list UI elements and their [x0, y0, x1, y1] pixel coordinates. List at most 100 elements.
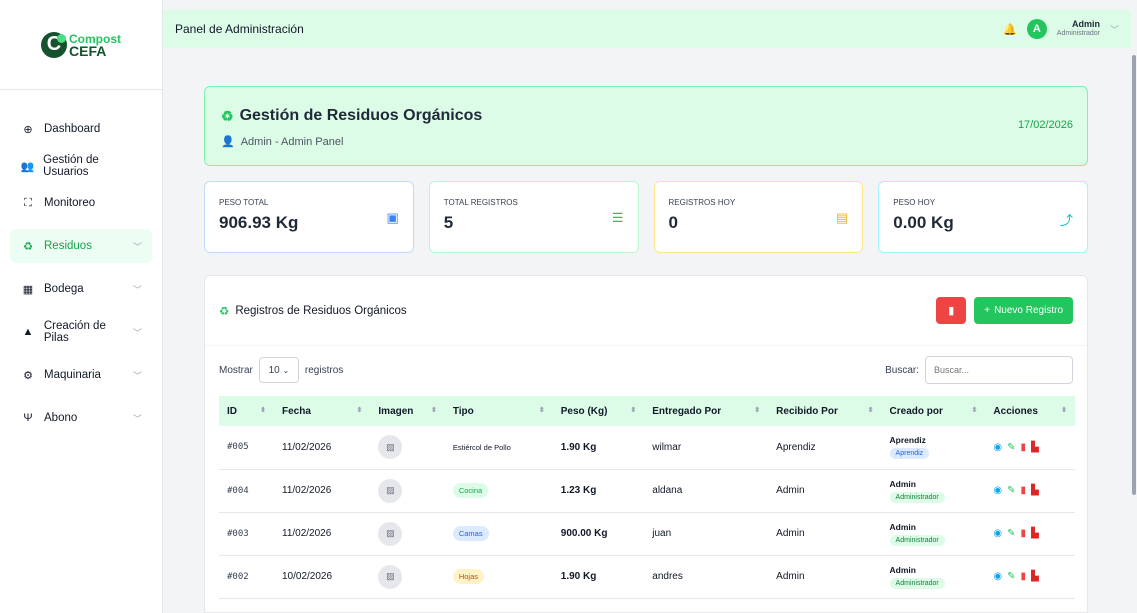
user-cog-icon: 👤	[221, 136, 235, 148]
cell-tipo: Estiércol de Pollo	[444, 426, 553, 470]
column-header[interactable]: Creado por ⬍	[881, 396, 986, 426]
trash-icon[interactable]: ▮	[1021, 485, 1027, 496]
cell-tipo: Camas	[444, 512, 553, 556]
logo-icon: C	[41, 31, 67, 58]
sort-icon: ⬍	[630, 407, 637, 414]
file-pdf-icon[interactable]: ▙	[1031, 571, 1039, 582]
image-placeholder-icon[interactable]: ▨	[378, 435, 403, 460]
globe-icon: ⊕	[23, 123, 33, 136]
sidebar-item-monitoreo[interactable]: ⛶ Monitoreo	[10, 186, 152, 220]
chevron-down-icon[interactable]: ﹀	[1110, 23, 1119, 36]
tipo-badge: Camas	[452, 526, 489, 541]
trash-icon[interactable]: ▮	[1021, 571, 1027, 582]
cell-creado: Aprendiz Aprendiz	[881, 426, 986, 470]
trash-icon[interactable]: ▮	[1021, 528, 1027, 539]
tipo-badge: Hojas	[452, 569, 485, 584]
page-size-value: 10	[268, 364, 280, 376]
column-header[interactable]: Fecha ⬍	[274, 396, 371, 426]
hero-subtitle: Admin - Admin Panel	[240, 135, 344, 148]
image-placeholder-icon[interactable]: ▨	[378, 564, 403, 589]
bell-icon[interactable]: 🔔	[1003, 23, 1017, 36]
column-header[interactable]: Acciones ⬍	[985, 396, 1075, 426]
view-icon[interactable]: ◉	[993, 528, 1002, 539]
page-header: ♻ Gestión de Residuos Orgánicos 👤 Admin - …	[204, 86, 1088, 166]
file-pdf-icon[interactable]: ▙	[1031, 442, 1039, 453]
records-label: registros	[304, 364, 344, 376]
column-header[interactable]: Entregado Por ⬍	[644, 396, 769, 426]
cell-fecha: 10/02/2026	[274, 555, 371, 599]
view-icon[interactable]: ◉	[993, 485, 1002, 496]
sort-icon: ⬍	[356, 407, 363, 414]
recycle-icon: ♻	[23, 240, 33, 253]
cell-imagen: ▨	[370, 555, 445, 599]
records-table: ID ⬍ Fecha ⬍ Imagen ⬍ Tipo ⬍ Peso (Kg) ⬍ Entregado…	[219, 396, 1075, 599]
search-input[interactable]	[925, 356, 1073, 384]
column-header[interactable]: Tipo ⬍	[444, 396, 553, 426]
cell-fecha: 11/02/2026	[274, 512, 371, 556]
column-header[interactable]: Imagen ⬍	[370, 396, 445, 426]
plus-icon: +	[984, 305, 991, 316]
sidebar-item-creación-de-pilas[interactable]: ▲ Creación de Pilas ﹀	[10, 315, 152, 349]
stats-cards: PESO TOTAL 906.93 Kg ▣ TOTAL REGISTROS 5 ☰ REG…	[204, 181, 1088, 253]
column-header[interactable]: Peso (Kg) ⬍	[552, 396, 645, 426]
cell-creado: Admin Administrador	[881, 555, 986, 599]
sidebar-item-gestión-de-usuarios[interactable]: 👥 Gestión de Usuarios	[10, 149, 152, 183]
file-pdf-icon[interactable]: ▙	[1031, 485, 1039, 496]
sidebar-item-label: Bodega	[44, 283, 84, 295]
cell-acciones: ◉ ✎ ▮ ▙	[985, 469, 1075, 513]
view-icon[interactable]: ◉	[993, 571, 1002, 582]
logo-line2: CEFA	[69, 42, 107, 59]
sidebar-item-residuos[interactable]: ♻ Residuos ﹀	[10, 229, 152, 263]
scrollbar[interactable]	[1131, 55, 1137, 505]
column-header-label: Tipo	[452, 405, 474, 417]
sidebar-item-dashboard[interactable]: ⊕ Dashboard	[10, 112, 152, 146]
file-pdf-icon[interactable]: ▙	[1031, 528, 1039, 539]
sidebar-item-abono[interactable]: Ψ Abono ﹀	[10, 401, 152, 435]
logo[interactable]: C Compost CEFA	[0, 0, 162, 90]
column-header[interactable]: Recibido Por ⬍	[768, 396, 882, 426]
image-placeholder-icon[interactable]: ▨	[378, 478, 403, 503]
topbar: Panel de Administración 🔔 A Admin Admini…	[163, 10, 1131, 48]
sidebar-item-bodega[interactable]: ▦ Bodega ﹀	[10, 272, 152, 306]
edit-icon[interactable]: ✎	[1007, 571, 1015, 582]
sort-icon: ⬍	[260, 407, 266, 414]
calendar-icon: ▤	[835, 210, 849, 225]
page-size-select[interactable]: 10 ⌄	[258, 357, 299, 383]
table-body: #005 11/02/2026 ▨ Estiércol de Pollo 1.9…	[219, 426, 1075, 599]
cell-fecha: 11/02/2026	[274, 469, 371, 513]
avatar[interactable]: A	[1026, 19, 1047, 39]
column-header-label: Acciones	[993, 405, 1038, 417]
edit-icon[interactable]: ✎	[1007, 442, 1015, 453]
sidebar-item-label: Maquinaria	[44, 369, 101, 381]
list-icon: ☰	[611, 210, 624, 225]
cell-recibido: Admin	[768, 469, 882, 513]
view-icon[interactable]: ◉	[993, 442, 1002, 453]
edit-icon[interactable]: ✎	[1007, 485, 1015, 496]
stat-value: 5	[443, 213, 454, 232]
export-pdf-button[interactable]: ▮	[936, 297, 967, 324]
new-record-button[interactable]: + Nuevo Registro	[974, 297, 1073, 324]
scrollbar-thumb[interactable]	[1132, 55, 1136, 495]
chevron-down-icon: ⌄	[282, 365, 290, 375]
image-placeholder-icon[interactable]: ▨	[378, 521, 403, 546]
cell-tipo: Cocina	[444, 469, 553, 513]
file-pdf-icon: ▮	[948, 305, 955, 317]
table-header-row: ID ⬍ Fecha ⬍ Imagen ⬍ Tipo ⬍ Peso (Kg) ⬍ Entregado…	[219, 396, 1075, 426]
table-row: #003 11/02/2026 ▨ Camas 900.00 Kg juan A…	[219, 512, 1075, 556]
column-header-label: Recibido Por	[776, 405, 838, 417]
column-header[interactable]: ID ⬍	[219, 396, 274, 426]
edit-icon[interactable]: ✎	[1007, 528, 1015, 539]
role-badge: Aprendiz	[889, 448, 930, 460]
sidebar-item-maquinaria[interactable]: ⚙ Maquinaria ﹀	[10, 358, 152, 392]
cell-peso: 1.90 Kg	[552, 555, 645, 599]
cogs-icon: ⚙	[23, 369, 33, 382]
trash-icon[interactable]: ▮	[1021, 442, 1027, 453]
stat-card: REGISTROS HOY 0 ▤	[653, 181, 864, 253]
warehouse-icon: ▦	[22, 283, 34, 296]
stat-label: TOTAL REGISTROS	[443, 198, 518, 207]
recycle-icon: ♻	[219, 305, 230, 318]
cell-id: #004	[219, 469, 274, 513]
column-header-label: Fecha	[282, 405, 311, 417]
weight-icon: ▣	[386, 210, 399, 225]
user-menu[interactable]: Admin Administrador	[1057, 19, 1100, 39]
